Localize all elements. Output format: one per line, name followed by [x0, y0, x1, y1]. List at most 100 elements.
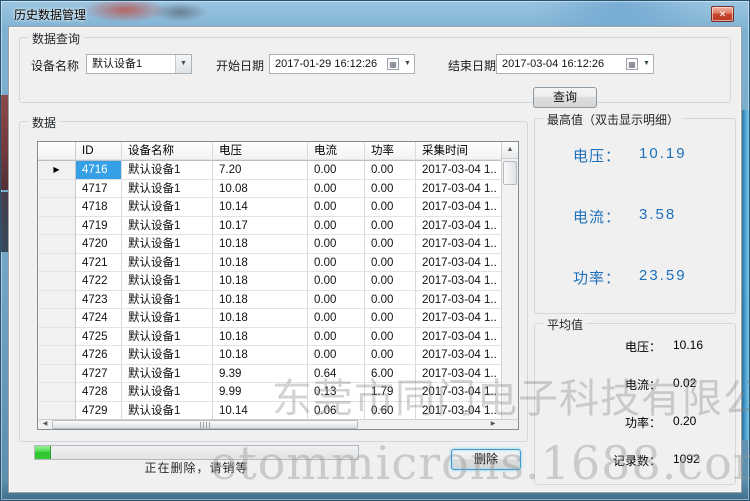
- cell-device[interactable]: 默认设备1: [122, 346, 213, 365]
- cell-current[interactable]: 0.00: [308, 180, 365, 199]
- cell-device[interactable]: 默认设备1: [122, 328, 213, 347]
- cell-id[interactable]: 4719: [76, 217, 122, 236]
- cell-id[interactable]: 4722: [76, 272, 122, 291]
- cell-voltage[interactable]: 10.08: [213, 180, 308, 199]
- cell-voltage[interactable]: 10.18: [213, 235, 308, 254]
- horizontal-scrollbar[interactable]: ◀ ▶: [38, 419, 518, 429]
- cell-power[interactable]: 0.00: [365, 235, 416, 254]
- cell-id[interactable]: 4725: [76, 328, 122, 347]
- cell-time[interactable]: 2017-03-04 1..: [416, 328, 503, 347]
- query-button[interactable]: 查询: [533, 87, 597, 108]
- cell-id[interactable]: 4721: [76, 254, 122, 273]
- cell-current[interactable]: 0.00: [308, 217, 365, 236]
- cell-power[interactable]: 0.00: [365, 217, 416, 236]
- cell-voltage[interactable]: 10.14: [213, 198, 308, 217]
- cell-current[interactable]: 0.00: [308, 328, 365, 347]
- row-selector-cell[interactable]: [38, 309, 76, 328]
- cell-current[interactable]: 0.00: [308, 235, 365, 254]
- row-selector-cell[interactable]: [38, 291, 76, 310]
- column-header-time[interactable]: 采集时间: [416, 142, 503, 160]
- cell-power[interactable]: 6.00: [365, 365, 416, 384]
- column-header-voltage[interactable]: 电压: [213, 142, 308, 160]
- cell-id[interactable]: 4727: [76, 365, 122, 384]
- row-selector-cell[interactable]: [38, 272, 76, 291]
- cell-device[interactable]: 默认设备1: [122, 383, 213, 402]
- table-row[interactable]: ▶4716默认设备17.200.000.002017-03-04 1..: [38, 161, 518, 180]
- row-selector-cell[interactable]: [38, 217, 76, 236]
- cell-current[interactable]: 0.00: [308, 346, 365, 365]
- table-row[interactable]: 4726默认设备110.180.000.002017-03-04 1..: [38, 346, 518, 365]
- cell-power[interactable]: 0.00: [365, 346, 416, 365]
- row-selector-cell[interactable]: [38, 198, 76, 217]
- cell-device[interactable]: 默认设备1: [122, 254, 213, 273]
- row-selector-cell[interactable]: [38, 254, 76, 273]
- table-row[interactable]: 4721默认设备110.180.000.002017-03-04 1..: [38, 254, 518, 273]
- chevron-down-icon[interactable]: ▼: [175, 55, 191, 73]
- table-row[interactable]: 4720默认设备110.180.000.002017-03-04 1..: [38, 235, 518, 254]
- table-row[interactable]: 4722默认设备110.180.000.002017-03-04 1..: [38, 272, 518, 291]
- cell-device[interactable]: 默认设备1: [122, 161, 213, 180]
- cell-power[interactable]: 0.00: [365, 180, 416, 199]
- cell-id[interactable]: 4726: [76, 346, 122, 365]
- table-row[interactable]: 4718默认设备110.140.000.002017-03-04 1..: [38, 198, 518, 217]
- cell-time[interactable]: 2017-03-04 1..: [416, 291, 503, 310]
- row-selector-cell[interactable]: [38, 402, 76, 421]
- cell-time[interactable]: 2017-03-04 1..: [416, 346, 503, 365]
- cell-current[interactable]: 0.00: [308, 272, 365, 291]
- cell-power[interactable]: 0.00: [365, 198, 416, 217]
- cell-id[interactable]: 4724: [76, 309, 122, 328]
- row-selector-cell[interactable]: [38, 328, 76, 347]
- cell-power[interactable]: 0.00: [365, 309, 416, 328]
- table-row[interactable]: 4729默认设备110.140.060.602017-03-04 1..: [38, 402, 518, 421]
- cell-id[interactable]: 4720: [76, 235, 122, 254]
- cell-voltage[interactable]: 10.14: [213, 402, 308, 421]
- cell-device[interactable]: 默认设备1: [122, 217, 213, 236]
- vertical-scrollbar[interactable]: ▲: [501, 142, 518, 419]
- cell-voltage[interactable]: 10.18: [213, 272, 308, 291]
- cell-voltage[interactable]: 10.17: [213, 217, 308, 236]
- start-date-picker[interactable]: 2017-01-29 16:12:26 ▦ ▼: [269, 54, 415, 74]
- row-selector-cell[interactable]: [38, 346, 76, 365]
- row-selector-cell[interactable]: [38, 365, 76, 384]
- cell-id[interactable]: 4718: [76, 198, 122, 217]
- cell-time[interactable]: 2017-03-04 1..: [416, 402, 503, 421]
- cell-time[interactable]: 2017-03-04 1..: [416, 180, 503, 199]
- cell-id[interactable]: 4728: [76, 383, 122, 402]
- row-selector-cell[interactable]: [38, 383, 76, 402]
- table-row[interactable]: 4728默认设备19.990.131.792017-03-04 1..: [38, 383, 518, 402]
- table-row[interactable]: 4723默认设备110.180.000.002017-03-04 1..: [38, 291, 518, 310]
- title-bar[interactable]: 历史数据管理 ✕: [0, 0, 750, 26]
- cell-current[interactable]: 0.64: [308, 365, 365, 384]
- cell-current[interactable]: 0.00: [308, 161, 365, 180]
- cell-time[interactable]: 2017-03-04 1..: [416, 161, 503, 180]
- cell-device[interactable]: 默认设备1: [122, 235, 213, 254]
- device-name-combobox[interactable]: 默认设备1 ▼: [86, 54, 192, 74]
- row-selector-cell[interactable]: [38, 180, 76, 199]
- cell-power[interactable]: 0.60: [365, 402, 416, 421]
- cell-current[interactable]: 0.13: [308, 383, 365, 402]
- cell-power[interactable]: 0.00: [365, 254, 416, 273]
- close-button[interactable]: ✕: [711, 6, 734, 22]
- cell-time[interactable]: 2017-03-04 1..: [416, 254, 503, 273]
- cell-power[interactable]: 0.00: [365, 291, 416, 310]
- scroll-left-icon[interactable]: ◀: [38, 420, 52, 429]
- cell-time[interactable]: 2017-03-04 1..: [416, 309, 503, 328]
- scroll-right-icon[interactable]: ▶: [486, 420, 500, 429]
- cell-voltage[interactable]: 9.99: [213, 383, 308, 402]
- calendar-icon[interactable]: ▦: [626, 58, 638, 70]
- column-header-power[interactable]: 功率: [365, 142, 416, 160]
- table-row[interactable]: 4724默认设备110.180.000.002017-03-04 1..: [38, 309, 518, 328]
- cell-power[interactable]: 0.00: [365, 272, 416, 291]
- delete-button[interactable]: 删除: [451, 449, 521, 470]
- horizontal-scrollbar-thumb[interactable]: [52, 420, 358, 429]
- cell-current[interactable]: 0.00: [308, 309, 365, 328]
- cell-voltage[interactable]: 10.18: [213, 309, 308, 328]
- cell-current[interactable]: 0.00: [308, 291, 365, 310]
- row-selector-cell[interactable]: [38, 235, 76, 254]
- row-selector-cell[interactable]: ▶: [38, 161, 76, 180]
- cell-voltage[interactable]: 7.20: [213, 161, 308, 180]
- cell-voltage[interactable]: 10.18: [213, 254, 308, 273]
- cell-current[interactable]: 0.06: [308, 402, 365, 421]
- cell-time[interactable]: 2017-03-04 1..: [416, 198, 503, 217]
- cell-device[interactable]: 默认设备1: [122, 402, 213, 421]
